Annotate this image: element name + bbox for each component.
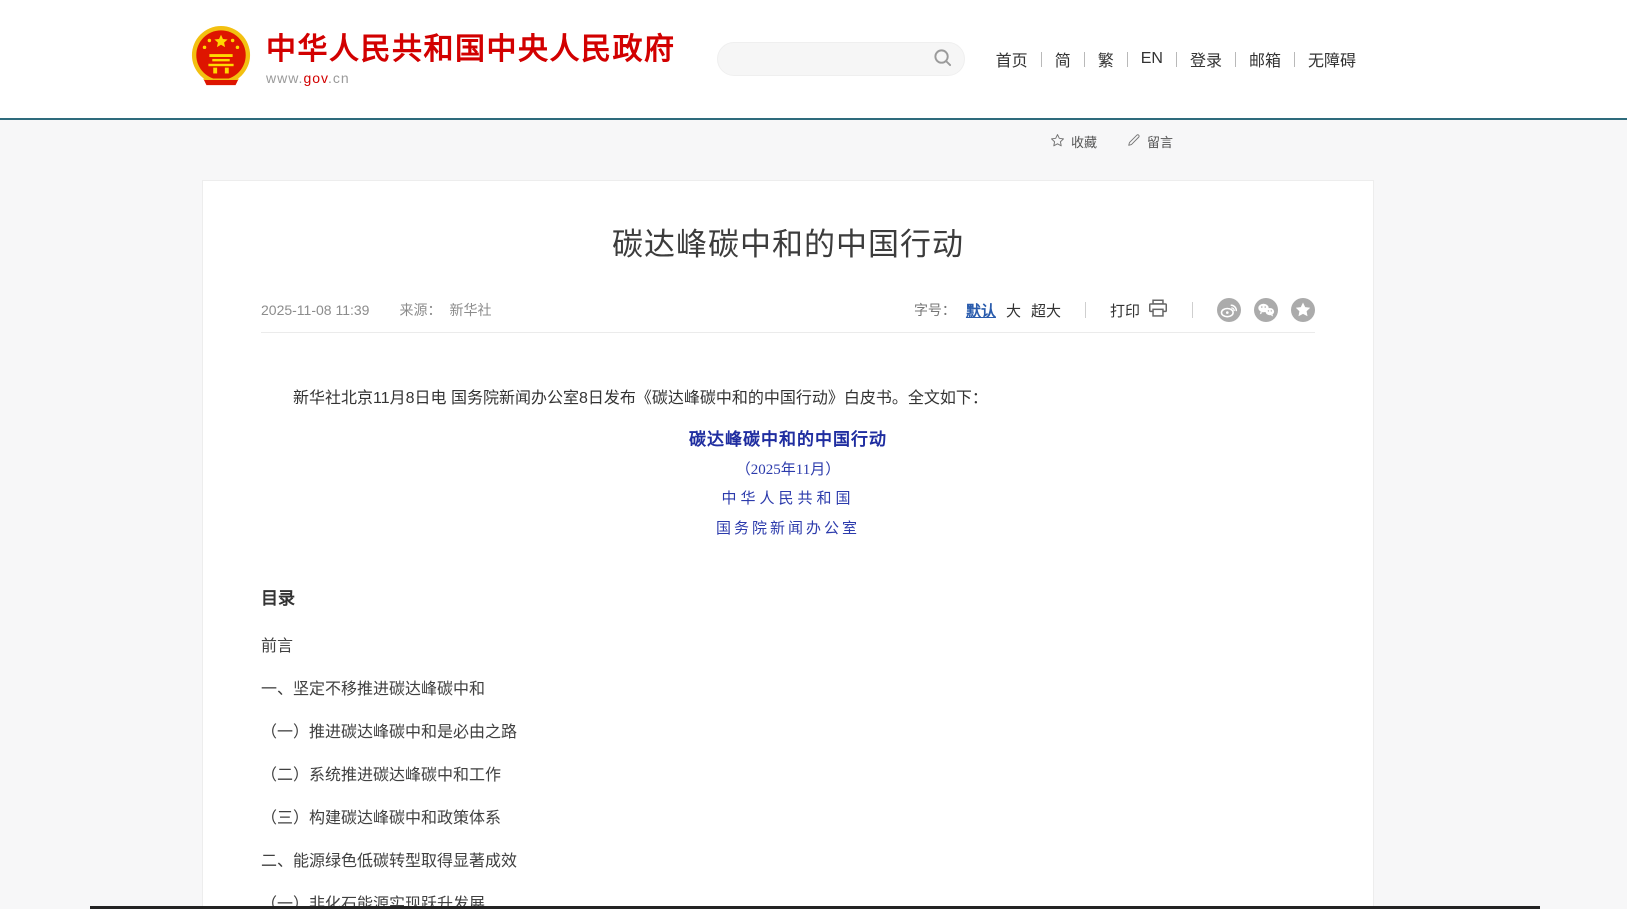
comment-button[interactable]: 留言 [1127, 132, 1173, 151]
nav-mailbox[interactable]: 邮箱 [1236, 47, 1294, 71]
meta-divider [1192, 302, 1193, 318]
nav-home[interactable]: 首页 [983, 47, 1041, 71]
source-label: 来源： [399, 300, 441, 320]
nav-simplified-chinese[interactable]: 简 [1042, 47, 1084, 71]
article-title: 碳达峰碳中和的中国行动 [261, 223, 1315, 267]
pencil-icon [1127, 133, 1141, 150]
meta-underline [261, 332, 1315, 333]
site-url-www: www. [266, 70, 303, 86]
toc-item: （一）推进碳达峰碳中和是必由之路 [261, 723, 1315, 743]
doc-title: 碳达峰碳中和的中国行动 [261, 428, 1315, 452]
article-meta-left: 2025-11-08 11:39 来源： 新华社 [261, 300, 491, 320]
logo-text: 中华人民共和国中央人民政府 www.gov.cn [266, 33, 676, 86]
doc-issuer-line1: 中华人民共和国 [261, 489, 1315, 509]
print-button[interactable]: 打印 [1110, 299, 1168, 322]
printer-icon [1148, 299, 1168, 322]
article-source: 来源： 新华社 [399, 300, 491, 320]
bottom-white-strip [0, 909, 1627, 915]
meta-divider [1085, 302, 1086, 318]
bottom-divider-line [90, 906, 1540, 909]
site-header: 中华人民共和国中央人民政府 www.gov.cn 首页 简 [0, 0, 1627, 120]
toc-list: 前言 一、坚定不移推进碳达峰碳中和 （一）推进碳达峰碳中和是必由之路 （二）系统… [261, 637, 1315, 915]
toc-item: （二）系统推进碳达峰碳中和工作 [261, 766, 1315, 786]
print-label: 打印 [1110, 300, 1140, 321]
nav-traditional-chinese[interactable]: 繁 [1085, 47, 1127, 71]
search-icon [933, 48, 952, 70]
search-box[interactable] [717, 42, 965, 76]
star-icon [1050, 133, 1065, 151]
site-title: 中华人民共和国中央人民政府 [266, 33, 676, 67]
page: 中华人民共和国中央人民政府 www.gov.cn 首页 简 [0, 0, 1627, 915]
qzone-share-icon[interactable] [1291, 298, 1315, 322]
weibo-share-icon[interactable] [1217, 298, 1241, 322]
font-size-default[interactable]: 默认 [966, 300, 996, 321]
site-logo[interactable]: 中华人民共和国中央人民政府 www.gov.cn [190, 25, 676, 94]
comment-label: 留言 [1147, 132, 1173, 151]
nav-accessibility[interactable]: 无障碍 [1295, 47, 1369, 71]
toc-item: 前言 [261, 637, 1315, 657]
doc-date-line: （2025年11月） [261, 460, 1315, 480]
search-button[interactable] [933, 48, 952, 70]
toc-item: （三）构建碳达峰碳中和政策体系 [261, 809, 1315, 829]
nav-login[interactable]: 登录 [1177, 47, 1235, 71]
nav-english[interactable]: EN [1128, 50, 1176, 68]
national-emblem-icon [190, 25, 252, 94]
doc-issuer-line2: 国务院新闻办公室 [261, 519, 1315, 539]
page-actions: 收藏 留言 [1050, 132, 1173, 151]
font-size-xlarge[interactable]: 超大 [1031, 300, 1061, 321]
site-url-gov: gov [303, 70, 328, 86]
favorite-label: 收藏 [1071, 132, 1097, 151]
article-meta-row: 2025-11-08 11:39 来源： 新华社 字号： 默认 大 超大 打印 [261, 297, 1315, 323]
search-input[interactable] [734, 51, 933, 67]
publish-date: 2025-11-08 11:39 [261, 302, 369, 318]
source-value: 新华社 [449, 300, 491, 320]
favorite-button[interactable]: 收藏 [1050, 132, 1097, 151]
toc-item: 一、坚定不移推进碳达峰碳中和 [261, 680, 1315, 700]
top-nav: 首页 简 繁 EN 登录 邮箱 无障碍 [983, 47, 1369, 71]
site-url: www.gov.cn [266, 70, 676, 86]
share-group [1217, 298, 1315, 322]
header-right: 首页 简 繁 EN 登录 邮箱 无障碍 [717, 42, 1369, 76]
article-meta-controls: 字号： 默认 大 超大 打印 [914, 298, 1315, 322]
wechat-share-icon[interactable] [1254, 298, 1278, 322]
font-size-label: 字号： [914, 300, 956, 320]
toc-item: 二、能源绿色低碳转型取得显著成效 [261, 852, 1315, 872]
site-url-cn: .cn [328, 70, 350, 86]
font-size-large[interactable]: 大 [1006, 300, 1021, 321]
article-card: 碳达峰碳中和的中国行动 2025-11-08 11:39 来源： 新华社 字号：… [202, 180, 1374, 915]
toc-heading: 目录 [261, 587, 1315, 611]
lead-paragraph: 新华社北京11月8日电 国务院新闻办公室8日发布《碳达峰碳中和的中国行动》白皮书… [261, 388, 1315, 410]
